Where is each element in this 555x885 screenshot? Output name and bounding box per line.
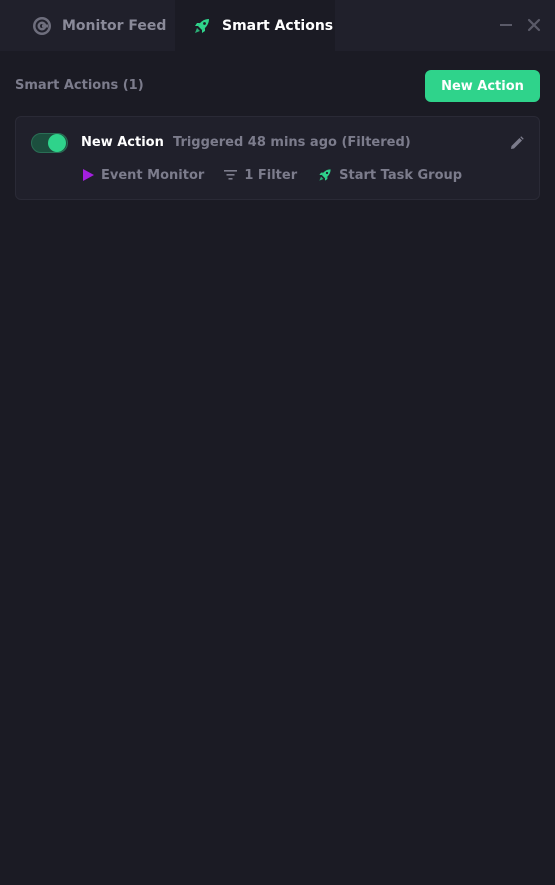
tab-monitor-feed[interactable]: Monitor Feed xyxy=(0,0,175,51)
minimize-icon xyxy=(500,24,512,26)
monitor-feed-icon xyxy=(32,16,52,36)
tab-smart-actions[interactable]: Smart Actions xyxy=(175,0,335,51)
filter-icon xyxy=(224,169,238,181)
filter-label: 1 Filter xyxy=(244,167,298,183)
tab-label: Smart Actions xyxy=(222,17,334,34)
app-window: Monitor Feed Smart Actions Smart Actions… xyxy=(0,0,555,885)
action-details: Event Monitor 1 Filter Start Task Group xyxy=(81,167,462,183)
result-label: Start Task Group xyxy=(339,167,463,183)
play-icon xyxy=(81,168,95,182)
trigger-event-monitor: Event Monitor xyxy=(81,168,204,183)
minimize-button[interactable] xyxy=(497,16,515,34)
tab-label: Monitor Feed xyxy=(62,17,167,34)
action-name[interactable]: New Action xyxy=(81,135,164,150)
tab-bar: Monitor Feed Smart Actions xyxy=(0,0,555,51)
action-enabled-toggle[interactable] xyxy=(31,133,68,153)
action-card: New Action Triggered 48 mins ago (Filter… xyxy=(15,116,540,200)
edit-action-button[interactable] xyxy=(508,134,526,152)
rocket-icon xyxy=(192,16,212,36)
trigger-status: Triggered 48 mins ago (Filtered) xyxy=(173,135,411,150)
result-start-task-group: Start Task Group xyxy=(317,167,462,183)
pencil-icon xyxy=(511,136,524,149)
new-action-button[interactable]: New Action xyxy=(425,70,540,102)
filter-count: 1 Filter xyxy=(224,168,297,183)
close-button[interactable] xyxy=(525,16,543,34)
close-icon xyxy=(527,18,541,32)
rocket-icon xyxy=(317,167,333,183)
section-title: Smart Actions (1) xyxy=(15,78,144,93)
toggle-knob xyxy=(48,134,66,152)
trigger-label: Event Monitor xyxy=(101,167,205,183)
